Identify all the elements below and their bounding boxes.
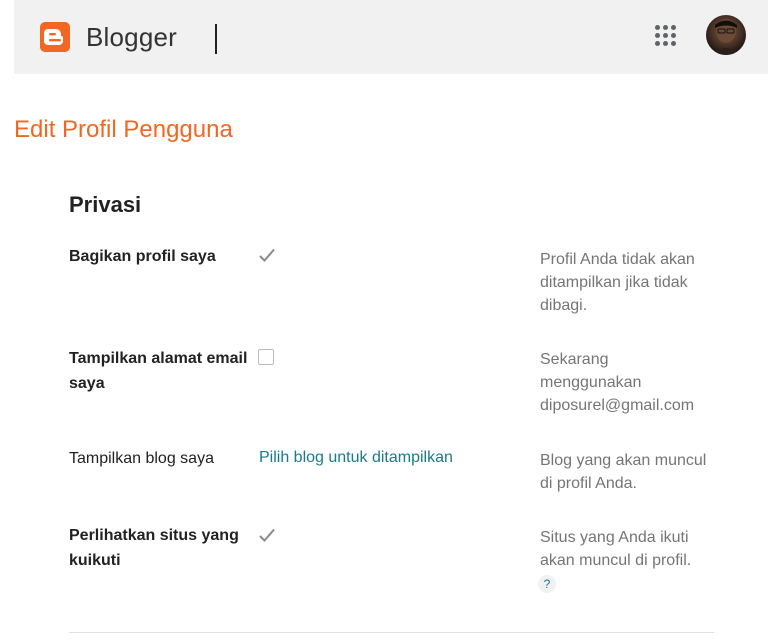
page-title: Edit Profil Pengguna bbox=[14, 116, 233, 143]
label-show-followed-sites: Perlihatkan situs yang kuikuti bbox=[69, 527, 239, 569]
section-title-privacy: Privasi bbox=[69, 192, 142, 217]
brand-divider bbox=[215, 24, 217, 54]
apps-grid-icon[interactable] bbox=[654, 24, 678, 48]
label-show-blogs: Tampilkan blog saya bbox=[69, 450, 214, 467]
checkmark-icon bbox=[259, 248, 275, 262]
label-show-email: Tampilkan alamat email saya bbox=[69, 350, 248, 392]
help-followed-sites: Situs yang Anda ikuti akan muncul di pro… bbox=[540, 529, 692, 569]
help-show-email: Sekarang menggunakan diposurel@gmail.com bbox=[540, 351, 695, 414]
blogger-logo-icon[interactable] bbox=[40, 22, 70, 52]
top-bar: Blogger bbox=[14, 0, 768, 74]
show-email-checkbox[interactable] bbox=[258, 349, 274, 365]
avatar[interactable] bbox=[706, 15, 746, 55]
section-divider bbox=[69, 632, 714, 633]
choose-blogs-link[interactable]: Pilih blog untuk ditampilkan bbox=[259, 449, 453, 467]
help-question-icon[interactable]: ? bbox=[538, 575, 556, 593]
checkmark-icon bbox=[259, 528, 275, 542]
help-show-blogs: Blog yang akan muncul di profil Anda. bbox=[540, 452, 707, 492]
show-followed-sites-checkbox[interactable] bbox=[258, 527, 275, 543]
help-share-profile: Profil Anda tidak akan ditampilkan jika … bbox=[540, 251, 695, 314]
share-profile-checkbox[interactable] bbox=[258, 247, 275, 263]
label-share-profile: Bagikan profil saya bbox=[69, 248, 216, 265]
brand-name[interactable]: Blogger bbox=[86, 22, 177, 53]
